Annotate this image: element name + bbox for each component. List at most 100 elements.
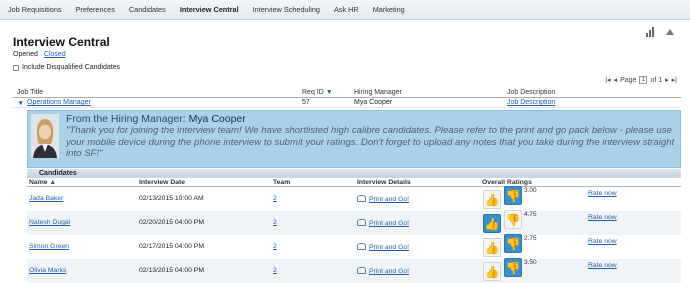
col-hiring-manager[interactable]: Hiring Manager	[354, 89, 402, 96]
interview-date: 02/20/2015 04:00 PM	[139, 219, 204, 226]
table-row: Natesh Dugal 02/20/2015 04:00 PM 2 Print…	[27, 210, 681, 235]
nav-interview-scheduling[interactable]: Interview Scheduling	[253, 5, 320, 14]
interview-date: 02/13/2015 10:00 AM	[139, 195, 204, 202]
col-req-id-label: Req ID	[302, 89, 324, 96]
page-input[interactable]: 1	[639, 76, 648, 84]
page-of-label: of 1	[650, 76, 663, 84]
nav-marketing[interactable]: Marketing	[373, 5, 405, 14]
thumbs-up-icon: 👍	[483, 262, 501, 281]
interview-date: 02/13/2015 04:00 PM	[139, 267, 204, 274]
hiring-manager-message: From the Hiring Manager: Mya Cooper "Tha…	[27, 110, 681, 168]
table-row: Simon Green 02/17/2015 04:00 PM 2 Print …	[27, 234, 681, 259]
team-link[interactable]: 2	[273, 267, 277, 274]
pager: |◂ ◂ Page 1 of 1 ▸ ▸|	[605, 76, 677, 84]
col-interview-date[interactable]: Interview Date	[139, 179, 185, 186]
thumbs-down-icon: 👎	[504, 186, 522, 205]
requisition-table: Job Title Req ID ▼ Hiring Manager Job De…	[13, 88, 681, 108]
triangle-up-icon[interactable]	[666, 29, 674, 35]
col-req-id[interactable]: Req ID ▼	[302, 89, 333, 96]
print-and-go-label: Print and Go!	[369, 196, 410, 203]
candidate-name[interactable]: Natesh Dugal	[29, 219, 70, 226]
job-title-link[interactable]: Operations Manager	[27, 99, 91, 106]
nav-job-requisitions[interactable]: Job Requisitions	[8, 5, 62, 14]
last-page-icon[interactable]: ▸|	[672, 76, 677, 84]
candidates-title: Candidates	[27, 169, 681, 178]
rating-value: 3.50	[524, 259, 537, 266]
next-page-icon[interactable]: ▸	[665, 76, 669, 84]
expand-icon[interactable]: ▾	[19, 99, 23, 107]
print-and-go-label: Print and Go!	[369, 220, 410, 227]
message-manager-name: Mya Cooper	[188, 113, 246, 125]
rating-value: 4.75	[524, 211, 537, 218]
status-opened[interactable]: Opened	[13, 51, 38, 58]
triangle-down-icon: ▼	[325, 89, 333, 96]
phone-icon	[357, 219, 366, 226]
thumbs-up-icon: 👍	[483, 214, 501, 233]
job-description-link[interactable]: Job Description	[507, 99, 555, 106]
status-filter: Opened Closed	[13, 51, 66, 58]
req-id-value: 57	[302, 99, 310, 106]
team-link[interactable]: 2	[273, 243, 277, 250]
print-and-go-label: Print and Go!	[369, 268, 410, 275]
triangle-up-icon: ▲	[49, 179, 57, 186]
nav-ask-hr[interactable]: Ask HR	[334, 5, 359, 14]
rate-now-link[interactable]: Rate now	[588, 214, 617, 221]
prev-page-icon[interactable]: ◂	[614, 76, 618, 84]
table-row: Jada Baker 02/13/2015 10:00 AM 2 Print a…	[27, 186, 681, 211]
header-tools	[646, 27, 674, 37]
include-disqualified-row: Include Disqualified Candidates	[13, 64, 120, 71]
candidate-name[interactable]: Jada Baker	[29, 195, 63, 202]
include-disqualified-checkbox[interactable]	[13, 64, 19, 71]
team-link[interactable]: 2	[273, 219, 277, 226]
print-and-go-label: Print and Go!	[369, 244, 410, 251]
nav-candidates[interactable]: Candidates	[129, 5, 166, 14]
thumbs-down-icon: 👎	[504, 210, 522, 229]
col-job-title[interactable]: Job Title	[17, 89, 43, 96]
col-overall-ratings[interactable]: Overall Ratings	[482, 179, 532, 186]
rate-now-link[interactable]: Rate now	[588, 262, 617, 269]
include-disqualified-label: Include Disqualified Candidates	[22, 64, 121, 71]
candidates-section: Candidates Name ▲ Interview Date Team In…	[27, 169, 681, 283]
candidate-name[interactable]: Simon Green	[29, 243, 69, 250]
col-name-label: Name	[29, 179, 48, 186]
bar-chart-icon[interactable]	[646, 27, 656, 37]
nav-interview-central[interactable]: Interview Central	[180, 5, 239, 14]
print-and-go-link[interactable]: Print and Go!	[357, 267, 409, 275]
page-label: Page	[620, 76, 637, 84]
thumbs-up-icon: 👍	[483, 190, 501, 209]
print-and-go-link[interactable]: Print and Go!	[357, 243, 409, 251]
interview-date: 02/17/2015 04:00 PM	[139, 243, 204, 250]
requisition-header: Job Title Req ID ▼ Hiring Manager Job De…	[13, 88, 681, 98]
message-title: From the Hiring Manager: Mya Cooper	[66, 113, 246, 125]
col-interview-details[interactable]: Interview Details	[357, 179, 411, 186]
thumbs-up-icon: 👍	[483, 238, 501, 257]
phone-icon	[357, 267, 366, 274]
top-nav: Job Requisitions Preferences Candidates …	[0, 0, 690, 20]
requisition-row: ▾ Operations Manager 57 Mya Cooper Job D…	[13, 98, 681, 108]
table-row: Olivia Marks 02/13/2015 04:00 PM 2 Print…	[27, 258, 681, 283]
nav-preferences[interactable]: Preferences	[76, 5, 115, 14]
avatar	[31, 114, 59, 158]
team-link[interactable]: 2	[273, 195, 277, 202]
rate-now-link[interactable]: Rate now	[588, 238, 617, 245]
thumbs-down-icon: 👎	[504, 234, 522, 253]
message-text: "Thank you for joining the interview tea…	[66, 125, 675, 159]
rate-now-link[interactable]: Rate now	[588, 190, 617, 197]
candidates-header: Name ▲ Interview Date Team Interview Det…	[27, 178, 681, 187]
page-title: Interview Central	[13, 35, 110, 49]
thumbs-down-icon: 👎	[504, 258, 522, 277]
hiring-manager-value: Mya Cooper	[354, 99, 393, 106]
print-and-go-link[interactable]: Print and Go!	[357, 195, 409, 203]
first-page-icon[interactable]: |◂	[605, 76, 610, 84]
status-closed[interactable]: Closed	[44, 51, 66, 58]
col-team[interactable]: Team	[273, 179, 290, 186]
candidate-name[interactable]: Olivia Marks	[29, 267, 66, 274]
col-name[interactable]: Name ▲	[29, 179, 56, 186]
col-job-description[interactable]: Job Description	[507, 89, 555, 96]
message-title-prefix: From the Hiring Manager:	[66, 113, 186, 125]
print-and-go-link[interactable]: Print and Go!	[357, 219, 409, 227]
rating-value: 3.00	[524, 187, 537, 194]
phone-icon	[357, 195, 366, 202]
rating-value: 2.75	[524, 235, 537, 242]
phone-icon	[357, 243, 366, 250]
